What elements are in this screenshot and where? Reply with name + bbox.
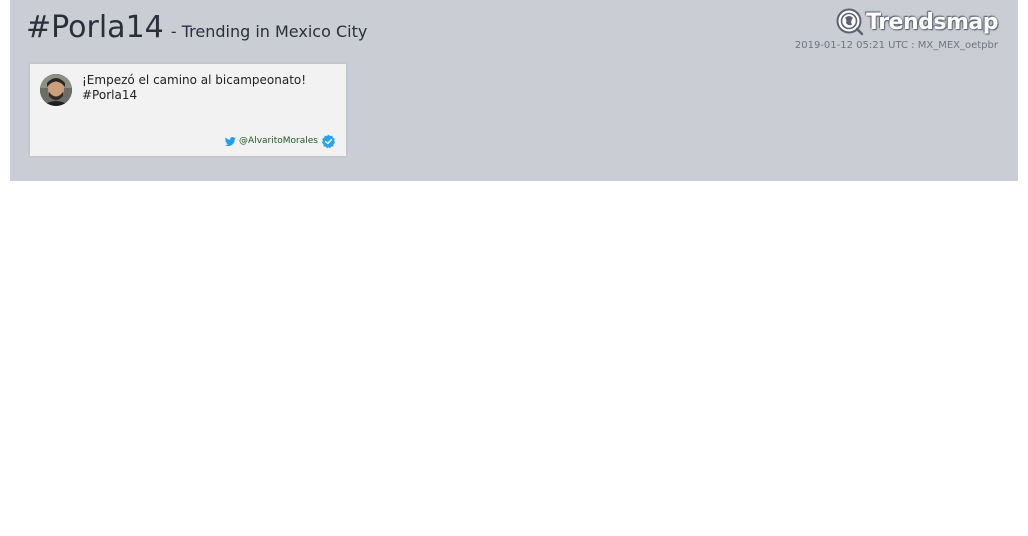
tweet-text: ¡Empezó el camino al bicampeonato! #Porl… xyxy=(82,73,332,103)
timestamp-location-code: 2019-01-12 05:21 UTC : MX_MEX_oetpbr xyxy=(794,40,998,51)
tweet-author[interactable]: @AlvaritoMorales xyxy=(225,133,336,149)
avatar-image xyxy=(40,74,72,106)
avatar[interactable] xyxy=(40,74,72,106)
brand-name: Trendsmap xyxy=(866,9,998,35)
author-handle[interactable]: @AlvaritoMorales xyxy=(239,136,318,146)
trendsmap-globe-icon xyxy=(836,8,864,36)
tweet-card[interactable]: ¡Empezó el camino al bicampeonato! #Porl… xyxy=(30,64,346,156)
trend-hashtag[interactable]: #Porla14 xyxy=(26,10,164,45)
trend-panel: #Porla14 - Trending in Mexico City Trend… xyxy=(10,0,1018,181)
verified-check-icon xyxy=(321,134,336,148)
trend-location-subtitle: - Trending in Mexico City xyxy=(170,22,368,41)
tweet-text-line: ¡Empezó el camino al bicampeonato! xyxy=(82,73,307,87)
twitter-bird-icon xyxy=(225,136,236,146)
trendsmap-logo[interactable]: Trendsmap xyxy=(836,6,998,38)
page-title: #Porla14 - Trending in Mexico City xyxy=(26,10,367,45)
tweet-hashtag[interactable]: #Porla14 xyxy=(82,88,332,103)
